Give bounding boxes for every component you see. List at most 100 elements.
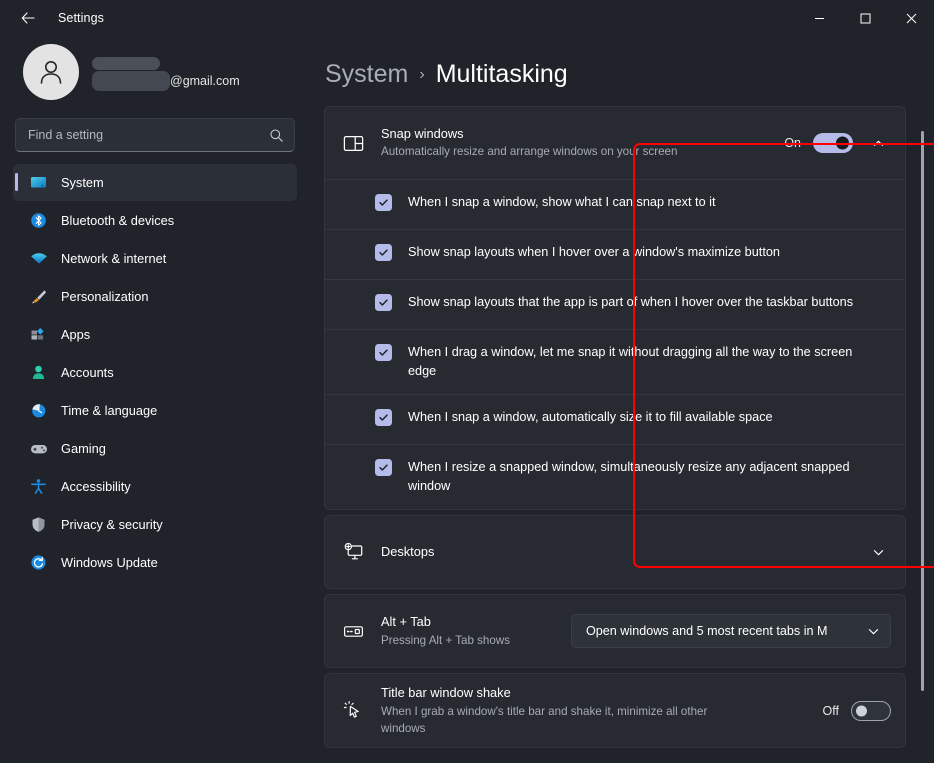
chevron-down-icon [867,625,880,638]
snap-option-row[interactable]: Show snap layouts when I hover over a wi… [325,229,905,279]
sidebar-item-label: System [61,175,104,190]
sidebar-item-privacy-security[interactable]: Privacy & security [13,506,297,543]
desktops-title: Desktops [381,543,435,559]
sidebar-item-accounts[interactable]: Accounts [13,354,297,391]
sidebar-item-label: Bluetooth & devices [61,213,175,228]
close-button[interactable] [888,0,934,36]
title-bar: Settings [0,0,934,36]
snap-option-label: When I snap a window, automatically size… [408,410,773,425]
snap-option-label: When I resize a snapped window, simultan… [408,460,850,494]
snap-option-row[interactable]: When I snap a window, show what I can sn… [325,179,905,229]
profile-section[interactable]: @gmail.com [13,36,297,114]
desktops-icon [341,540,365,564]
sidebar-item-accessibility[interactable]: Accessibility [13,468,297,505]
snap-option-row[interactable]: Show snap layouts that the app is part o… [325,279,905,329]
sidebar-item-windows-update[interactable]: Windows Update [13,544,297,581]
title-bar-shake-title: Title bar window shake [381,685,511,701]
clock-icon [29,401,48,420]
snap-option-checkbox[interactable] [375,459,392,477]
breadcrumb-parent[interactable]: System [325,60,408,89]
sidebar-item-label: Personalization [61,289,149,304]
sidebar-item-gaming[interactable]: Gaming [13,430,297,467]
sidebar-item-network-internet[interactable]: Network & internet [13,240,297,277]
content-area: System › Multitasking Snap windows Autom… [310,36,934,763]
alt-tab-subtitle: Pressing Alt + Tab shows [381,633,510,647]
snap-option-checkbox[interactable] [375,409,392,427]
title-bar-shake-header: Title bar window shake When I grab a win… [325,674,905,747]
maximize-button[interactable] [842,0,888,36]
snap-windows-controls: On [784,130,891,156]
alt-tab-texts: Alt + Tab Pressing Alt + Tab shows [381,613,555,649]
content-scrollbar[interactable] [921,131,924,727]
window-title: Settings [58,11,104,25]
cursor-shake-icon [341,699,365,723]
sidebar-item-label: Apps [61,327,91,342]
sidebar-item-label: Time & language [61,403,158,418]
sidebar-item-label: Privacy & security [61,517,163,532]
search-container [15,118,295,152]
snap-option-checkbox[interactable] [375,344,392,361]
window-body: @gmail.com Find a setting System Bluetoo… [0,36,934,763]
sidebar-item-label: Gaming [61,441,106,456]
back-button[interactable] [6,2,50,34]
settings-cards: Snap windows Automatically resize and ar… [324,106,906,749]
monitor-icon [29,173,48,192]
sidebar-item-label: Windows Update [61,555,158,570]
title-bar-shake-toggle[interactable] [851,700,891,721]
toggle-knob [856,705,867,717]
snap-option-checkbox[interactable] [375,294,392,311]
desktops-expand-button[interactable] [865,539,891,565]
sidebar-item-system[interactable]: System [13,164,297,201]
snap-windows-toggle-label: On [784,136,801,150]
update-icon [29,553,48,572]
minimize-button[interactable] [796,0,842,36]
snap-layout-icon [341,131,365,155]
snap-windows-header[interactable]: Snap windows Automatically resize and ar… [325,107,905,179]
profile-text: @gmail.com [92,53,240,92]
scrollbar-thumb[interactable] [921,131,924,691]
title-bar-shake-controls: Off [822,700,891,721]
sidebar-item-label: Network & internet [61,251,167,266]
sidebar: @gmail.com Find a setting System Bluetoo… [0,36,310,763]
breadcrumb-separator-icon: › [419,65,425,83]
snap-windows-expand-button[interactable] [865,130,891,156]
back-arrow-icon [20,10,36,26]
snap-windows-texts: Snap windows Automatically resize and ar… [381,125,768,161]
person-icon [29,363,48,382]
desktops-card[interactable]: Desktops [324,515,906,590]
title-bar-shake-toggle-label: Off [822,703,839,718]
snap-windows-subtitle: Automatically resize and arrange windows… [381,145,678,159]
apps-icon [29,325,48,344]
redacted-name-line2 [92,71,170,92]
alt-tab-dropdown[interactable]: Open windows and 5 most recent tabs in M [571,614,891,649]
keyboard-key-icon [341,619,365,643]
title-bar-shake-card: Title bar window shake When I grab a win… [324,673,906,749]
wifi-icon [29,249,48,268]
snap-option-checkbox[interactable] [375,194,392,211]
sidebar-item-time-language[interactable]: Time & language [13,392,297,429]
desktops-controls [865,539,891,565]
title-bar-shake-texts: Title bar window shake When I grab a win… [381,684,807,737]
alt-tab-title: Alt + Tab [381,614,431,630]
snap-option-row[interactable]: When I resize a snapped window, simultan… [325,444,905,509]
sidebar-item-bluetooth-devices[interactable]: Bluetooth & devices [13,202,297,239]
desktops-header[interactable]: Desktops [325,516,905,588]
sidebar-item-apps[interactable]: Apps [13,316,297,353]
snap-option-label: Show snap layouts that the app is part o… [408,295,854,309]
toggle-knob [836,136,849,150]
snap-option-checkbox[interactable] [375,244,392,261]
chevron-down-icon [872,546,885,559]
snap-option-label: When I snap a window, show what I can sn… [408,195,716,209]
title-bar-shake-subtitle: When I grab a window's title bar and sha… [381,704,708,735]
sidebar-item-personalization[interactable]: Personalization [13,278,297,315]
snap-option-row[interactable]: When I snap a window, automatically size… [325,394,905,444]
sidebar-item-label: Accounts [61,365,114,380]
search-icon[interactable] [269,118,284,152]
snap-windows-toggle[interactable] [813,133,853,153]
alt-tab-selected-option: Open windows and 5 most recent tabs in M [586,624,828,639]
alt-tab-card: Alt + Tab Pressing Alt + Tab shows Open … [324,594,906,669]
page-title: Multitasking [435,60,568,88]
settings-window: Settings @gmail.com Find a setting Syste… [0,0,934,763]
snap-option-row[interactable]: When I drag a window, let me snap it wit… [325,329,905,394]
search-input[interactable] [15,118,295,152]
